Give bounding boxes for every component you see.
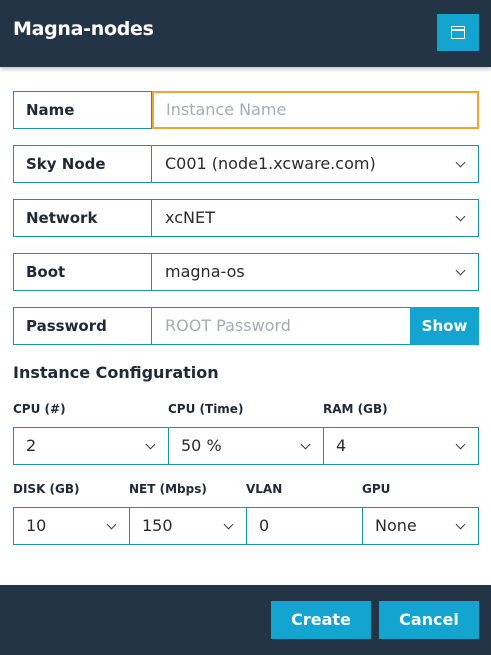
- net-select[interactable]: 150: [129, 507, 247, 545]
- chevron-down-icon: [106, 519, 117, 530]
- ram-select[interactable]: 4: [323, 427, 479, 465]
- net-value: 150: [142, 516, 173, 535]
- network-label: Network: [13, 199, 152, 237]
- name-row: Name Instance Name: [13, 91, 479, 129]
- gpu-label: GPU: [362, 482, 391, 496]
- chevron-down-icon: [455, 265, 466, 276]
- chevron-down-icon: [145, 439, 156, 450]
- chevron-down-icon: [300, 439, 311, 450]
- chevron-down-icon: [455, 439, 466, 450]
- password-label: Password: [13, 307, 152, 345]
- window-icon: [451, 26, 465, 39]
- show-password-button[interactable]: Show: [410, 307, 479, 345]
- chevron-down-icon: [455, 211, 466, 222]
- boot-value: magna-os: [165, 262, 245, 281]
- dialog-header: Magna-nodes: [0, 0, 491, 67]
- vlan-label: VLAN: [246, 482, 283, 496]
- boot-row: Boot magna-os: [13, 253, 479, 291]
- cpu-time-label: CPU (Time): [168, 402, 244, 416]
- gpu-select[interactable]: None: [362, 507, 479, 545]
- cpu-time-select[interactable]: 50 %: [168, 427, 324, 465]
- ram-value: 4: [336, 436, 347, 455]
- sky-node-row: Sky Node C001 (node1.xcware.com): [13, 145, 479, 183]
- password-row: Password ROOT Password Show: [13, 307, 479, 345]
- section-title: Instance Configuration: [13, 363, 219, 382]
- name-placeholder: Instance Name: [166, 100, 287, 119]
- disk-value: 10: [26, 516, 47, 535]
- create-button[interactable]: Create: [271, 601, 371, 639]
- disk-label: DISK (GB): [13, 482, 80, 496]
- sky-node-value: C001 (node1.xcware.com): [165, 154, 376, 173]
- cpu-label: CPU (#): [13, 402, 66, 416]
- dialog-footer: Create Cancel: [0, 585, 491, 655]
- chevron-down-icon: [223, 519, 234, 530]
- cpu-select[interactable]: 2: [13, 427, 169, 465]
- boot-label: Boot: [13, 253, 152, 291]
- password-placeholder: ROOT Password: [165, 316, 291, 335]
- network-select[interactable]: xcNET: [151, 199, 479, 237]
- password-input[interactable]: ROOT Password: [151, 307, 411, 345]
- sky-node-label: Sky Node: [13, 145, 152, 183]
- dialog-title: Magna-nodes: [13, 18, 154, 40]
- network-row: Network xcNET: [13, 199, 479, 237]
- boot-select[interactable]: magna-os: [151, 253, 479, 291]
- network-value: xcNET: [165, 208, 215, 227]
- cpu-time-value: 50 %: [181, 436, 222, 455]
- chevron-down-icon: [455, 157, 466, 168]
- chevron-down-icon: [455, 519, 466, 530]
- name-input[interactable]: Instance Name: [152, 91, 479, 129]
- cpu-value: 2: [26, 436, 37, 455]
- vlan-input[interactable]: 0: [246, 507, 363, 545]
- vlan-value: 0: [259, 516, 270, 535]
- gpu-value: None: [375, 516, 417, 535]
- ram-label: RAM (GB): [323, 402, 388, 416]
- disk-select[interactable]: 10: [13, 507, 130, 545]
- window-toggle-button[interactable]: [437, 14, 479, 51]
- name-label: Name: [13, 91, 152, 129]
- cancel-button[interactable]: Cancel: [379, 601, 479, 639]
- net-label: NET (Mbps): [129, 482, 207, 496]
- sky-node-select[interactable]: C001 (node1.xcware.com): [151, 145, 479, 183]
